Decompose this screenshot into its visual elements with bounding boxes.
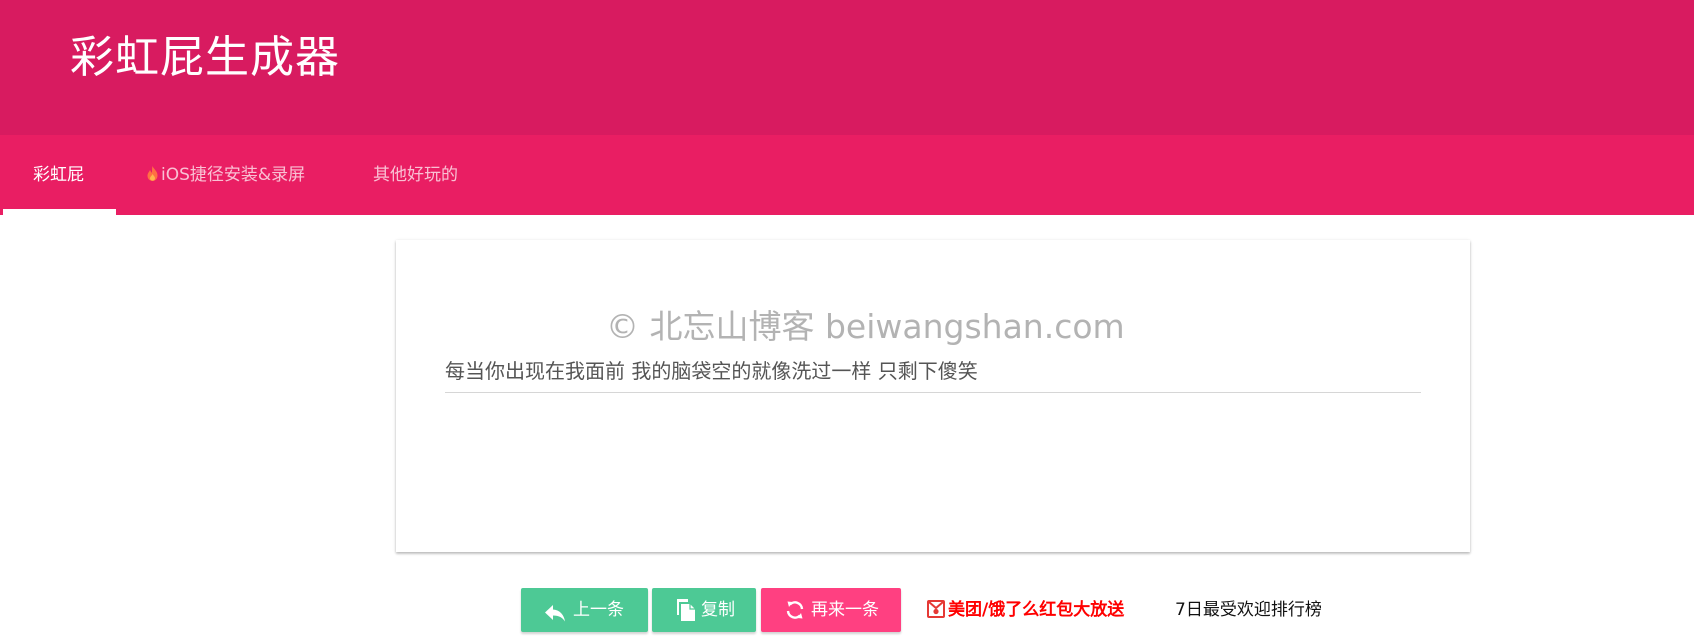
- tab-other-fun[interactable]: 其他好玩的: [373, 135, 458, 215]
- copy-button[interactable]: 复制: [652, 588, 756, 632]
- tab-rainbow-fart[interactable]: 彩虹屁: [33, 135, 84, 215]
- promo-label: 美团/饿了么红包大放送: [948, 600, 1125, 620]
- next-label: 再来一条: [811, 600, 879, 620]
- rank-label: 7日最受欢迎排行榜: [1175, 600, 1322, 620]
- watermark-text: © 北忘山博客 beiwangshan.com: [606, 307, 1125, 346]
- app-header: 彩虹屁生成器: [0, 0, 1694, 135]
- app-title: 彩虹屁生成器: [70, 32, 340, 83]
- tab-label: iOS捷径安装&录屏: [161, 165, 306, 185]
- tab-label: 彩虹屁: [33, 165, 84, 185]
- previous-button[interactable]: 上一条: [521, 588, 648, 632]
- next-button[interactable]: 再来一条: [761, 588, 901, 632]
- red-packet-promo-link[interactable]: 美团/饿了么红包大放送: [927, 588, 1124, 632]
- compliment-card: © 北忘山博客 beiwangshan.com 每当你出现在我面前 我的脑袋空的…: [396, 240, 1470, 552]
- red-envelope-icon: [927, 600, 945, 618]
- tab-label: 其他好玩的: [373, 165, 458, 185]
- reply-arrow-icon: [545, 605, 565, 622]
- compliment-text: 每当你出现在我面前 我的脑袋空的就像洗过一样 只剩下傻笑: [445, 359, 978, 383]
- fire-icon: [147, 166, 158, 181]
- previous-label: 上一条: [573, 600, 624, 620]
- refresh-icon: [786, 601, 804, 619]
- compliment-text-field[interactable]: 每当你出现在我面前 我的脑袋空的就像洗过一样 只剩下傻笑: [445, 352, 1421, 393]
- copy-label: 复制: [701, 600, 735, 620]
- tab-ios-shortcut[interactable]: iOS捷径安装&录屏: [147, 135, 305, 215]
- weekly-ranking-link[interactable]: 7日最受欢迎排行榜: [1175, 588, 1322, 632]
- copy-icon: [677, 599, 695, 621]
- action-row: 上一条 复制 再来一条 美团/饿了么红包大放送 7日最受欢迎排行榜: [0, 588, 1694, 632]
- active-tab-indicator: [3, 209, 116, 215]
- tab-bar: 彩虹屁 iOS捷径安装&录屏 其他好玩的: [0, 135, 1694, 215]
